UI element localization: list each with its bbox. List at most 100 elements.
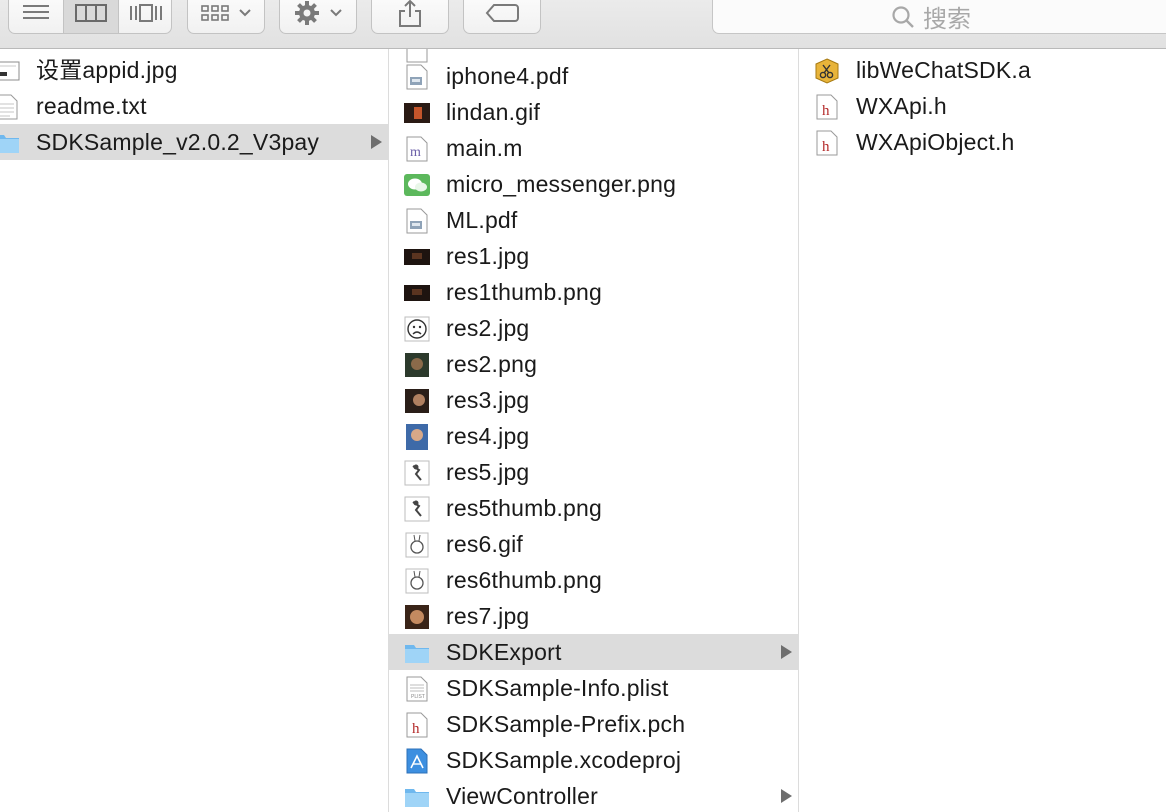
column-3[interactable]: libWeChatSDK.a h WXApi.h h WXApiObject.h (799, 49, 1166, 812)
file-name: WXApiObject.h (856, 129, 1015, 155)
list-item[interactable]: libWeChatSDK.a (799, 52, 1166, 88)
search-placeholder: 搜索 (923, 6, 971, 33)
list-item[interactable]: res7.jpg (389, 598, 798, 634)
image-file-icon (404, 460, 430, 486)
list-item[interactable]: res2.png (389, 346, 798, 382)
finder-toolbar: 搜索 (0, 0, 1166, 49)
image-file-icon (0, 61, 20, 81)
folder-icon (405, 645, 429, 663)
arrange-button[interactable] (187, 0, 265, 34)
list-item-selected[interactable]: SDKSample_v2.0.2_V3pay (0, 124, 388, 160)
list-item-selected[interactable]: SDKExport (389, 634, 798, 670)
list-item[interactable]: ML.pdf (389, 202, 798, 238)
share-icon (399, 0, 421, 27)
view-mode-control (8, 0, 172, 34)
column-view-icon (75, 4, 107, 22)
objc-source-icon: m (406, 136, 428, 162)
list-view-button[interactable] (9, 0, 63, 33)
search-icon (892, 5, 914, 28)
folder-icon (405, 789, 429, 807)
file-name: res5.jpg (446, 459, 530, 485)
list-item[interactable]: h WXApiObject.h (799, 124, 1166, 160)
list-item[interactable]: 设置appid.jpg (0, 52, 388, 88)
list-item[interactable]: h SDKSample-Prefix.pch (389, 706, 798, 742)
gear-icon (295, 1, 319, 25)
pdf-file-icon (406, 64, 428, 90)
sad-face-image-icon (404, 316, 430, 342)
list-item[interactable]: res2.jpg (389, 310, 798, 346)
list-item[interactable]: iphone4.pdf (389, 58, 798, 94)
list-item[interactable]: PLIST SDKSample-Info.plist (389, 670, 798, 706)
wechat-image-icon (404, 174, 430, 196)
chevron-down-icon (239, 9, 251, 17)
svg-text:h: h (412, 721, 420, 737)
image-file-icon (405, 568, 429, 594)
file-name: res2.jpg (446, 315, 530, 341)
file-name: 设置appid.jpg (36, 57, 178, 83)
file-name: SDKSample-Info.plist (446, 675, 669, 701)
svg-text:h: h (822, 103, 830, 119)
svg-text:h: h (822, 139, 830, 155)
list-item[interactable]: micro_messenger.png (389, 166, 798, 202)
disclosure-arrow-icon (781, 789, 792, 803)
file-name: libWeChatSDK.a (856, 57, 1031, 83)
image-file-icon (405, 605, 429, 629)
folder-name: SDKSample_v2.0.2_V3pay (36, 129, 320, 155)
file-name: ML.pdf (446, 207, 518, 233)
file-name: main.m (446, 135, 523, 161)
list-item[interactable]: m main.m (389, 130, 798, 166)
file-name: res7.jpg (446, 603, 530, 629)
file-name: SDKSample.xcodeproj (446, 747, 682, 773)
file-name: SDKSample-Prefix.pch (446, 711, 686, 737)
disclosure-arrow-icon (371, 135, 382, 149)
list-item[interactable]: res3.jpg (389, 382, 798, 418)
list-view-icon (23, 5, 49, 19)
image-file-icon (406, 424, 428, 450)
tag-icon (485, 4, 519, 22)
file-name: res1thumb.png (446, 279, 603, 305)
list-item[interactable]: res1thumb.png (389, 274, 798, 310)
column-1[interactable]: 设置appid.jpg readme.txt SDKSample_v2.0.2_… (0, 49, 389, 812)
svg-text:m: m (410, 145, 421, 160)
tags-button[interactable] (463, 0, 541, 34)
action-button[interactable] (279, 0, 357, 34)
cover-flow-icon (130, 4, 162, 22)
header-file-icon: h (816, 130, 838, 156)
list-item[interactable]: res6.gif (389, 526, 798, 562)
image-file-icon (405, 353, 429, 377)
image-file-icon (404, 103, 430, 123)
disclosure-arrow-icon (781, 645, 792, 659)
list-item[interactable]: res1.jpg (389, 238, 798, 274)
list-item[interactable]: res5thumb.png (389, 490, 798, 526)
list-item[interactable]: lindan.gif (389, 94, 798, 130)
list-item[interactable]: ViewController (389, 778, 798, 812)
grid-icon (201, 5, 229, 21)
static-library-icon (815, 58, 839, 84)
column-2[interactable]: iphone4.pdf lindan.gif m main.m micro_me… (389, 49, 799, 812)
list-item[interactable]: res6thumb.png (389, 562, 798, 598)
list-item[interactable]: h WXApi.h (799, 88, 1166, 124)
file-name: res3.jpg (446, 387, 530, 413)
file-name: res6thumb.png (446, 567, 603, 593)
file-name: iphone4.pdf (446, 63, 569, 89)
plist-file-icon: PLIST (406, 676, 428, 702)
cover-flow-view-button[interactable] (119, 0, 173, 33)
file-name: res4.jpg (446, 423, 530, 449)
file-name: res2.png (446, 351, 538, 377)
list-item[interactable]: SDKSample.xcodeproj (389, 742, 798, 778)
file-name: res1.jpg (446, 243, 530, 269)
column-view-button[interactable] (64, 0, 118, 33)
file-name: res5thumb.png (446, 495, 603, 521)
svg-text:PLIST: PLIST (411, 694, 425, 700)
list-item[interactable]: res4.jpg (389, 418, 798, 454)
header-file-icon: h (816, 94, 838, 120)
search-field[interactable]: 搜索 (712, 0, 1166, 34)
share-button[interactable] (371, 0, 449, 34)
list-item[interactable]: readme.txt (0, 88, 388, 124)
text-file-icon (0, 94, 18, 120)
file-name: WXApi.h (856, 93, 947, 119)
list-item[interactable]: res5.jpg (389, 454, 798, 490)
file-name: micro_messenger.png (446, 171, 677, 197)
file-name: readme.txt (36, 93, 147, 119)
header-file-icon: h (406, 712, 428, 738)
